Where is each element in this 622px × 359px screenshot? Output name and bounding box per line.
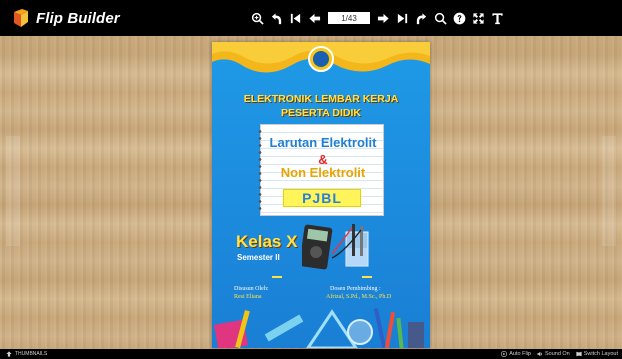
bottom-toolbar: THUMBNAILS Auto Flip Sound On Switch Lay… bbox=[0, 349, 622, 359]
subject-line-1: Larutan Elektrolit bbox=[269, 135, 377, 150]
school-emblem bbox=[308, 46, 334, 72]
switch-layout-button[interactable]: Switch Layout bbox=[576, 351, 618, 357]
sound-toggle-button[interactable]: Sound On bbox=[537, 351, 570, 357]
notebook-paper: Larutan Elektrolit & Non Elektrolit PJBL bbox=[260, 124, 384, 216]
lab-equipment-illustration bbox=[302, 224, 369, 270]
supervisor-label: Dosen Pembimbing : bbox=[330, 286, 381, 292]
switch-layout-label: Switch Layout bbox=[583, 351, 618, 357]
next-page-button[interactable] bbox=[374, 0, 393, 36]
brand[interactable]: Flip Builder bbox=[12, 7, 120, 29]
previous-side-area[interactable] bbox=[6, 136, 20, 246]
divider-dash-left bbox=[272, 276, 282, 278]
top-toolbar: Flip Builder bbox=[0, 0, 622, 36]
auto-flip-button[interactable]: Auto Flip bbox=[501, 351, 531, 357]
subject-line-2: Non Elektrolit bbox=[280, 165, 366, 180]
stationery-illustration bbox=[213, 308, 424, 348]
author-name: Resi Eliana bbox=[234, 294, 262, 300]
author-label: Disusun Oleh: bbox=[234, 286, 269, 292]
previous-page-icon bbox=[309, 13, 321, 23]
auto-flip-label: Auto Flip bbox=[509, 351, 531, 357]
cover-title-line-2: PESERTA DIDIK bbox=[281, 107, 361, 119]
grade-label: Kelas X bbox=[236, 232, 298, 251]
cover-title-line-1: ELEKTRONIK LEMBAR KERJA bbox=[243, 93, 399, 105]
zoom-in-button[interactable] bbox=[248, 0, 267, 36]
sound-label: Sound On bbox=[544, 351, 570, 357]
help-button[interactable] bbox=[450, 0, 469, 36]
brand-name: Flip Builder bbox=[36, 9, 120, 27]
book-layout-icon bbox=[576, 351, 582, 357]
semester-label: Semester II bbox=[237, 253, 280, 262]
undo-back-icon bbox=[271, 12, 282, 24]
learning-model-label: PJBL bbox=[283, 189, 361, 207]
next-side-area[interactable] bbox=[602, 136, 616, 246]
supervisor-name: Afrizal, S.Pd., M.Sc., Ph.D bbox=[326, 294, 392, 300]
play-icon bbox=[501, 351, 508, 357]
search-icon bbox=[434, 12, 447, 25]
fire-book-icon bbox=[14, 9, 28, 27]
speaker-icon bbox=[537, 351, 542, 357]
first-page-button[interactable] bbox=[286, 0, 305, 36]
text-button[interactable] bbox=[488, 0, 507, 36]
notebook-spiral bbox=[257, 128, 263, 212]
share-button[interactable] bbox=[412, 0, 431, 36]
share-icon bbox=[416, 12, 427, 24]
help-icon bbox=[453, 12, 466, 24]
first-page-icon bbox=[290, 13, 301, 23]
book-cover-page[interactable]: ELEKTRONIK LEMBAR KERJA PESERTA DIDIK La… bbox=[212, 42, 430, 348]
fullscreen-icon bbox=[473, 12, 484, 24]
previous-page-button[interactable] bbox=[305, 0, 324, 36]
zoom-in-icon bbox=[251, 12, 264, 25]
search-button[interactable] bbox=[431, 0, 450, 36]
toolbar-controls bbox=[248, 0, 507, 36]
next-page-icon bbox=[377, 13, 389, 23]
text-icon bbox=[492, 12, 503, 24]
thumbnails-icon bbox=[6, 351, 12, 357]
last-page-icon bbox=[397, 13, 408, 23]
thumbnails-label: THUMBNAILS bbox=[15, 351, 48, 357]
last-page-button[interactable] bbox=[393, 0, 412, 36]
undo-back-button[interactable] bbox=[267, 0, 286, 36]
fullscreen-button[interactable] bbox=[469, 0, 488, 36]
thumbnails-button[interactable]: THUMBNAILS bbox=[6, 350, 47, 358]
page-number-input[interactable] bbox=[328, 12, 370, 24]
divider-dash-right bbox=[362, 276, 372, 278]
bottom-right-controls: Auto Flip Sound On Switch Layout bbox=[501, 349, 618, 359]
